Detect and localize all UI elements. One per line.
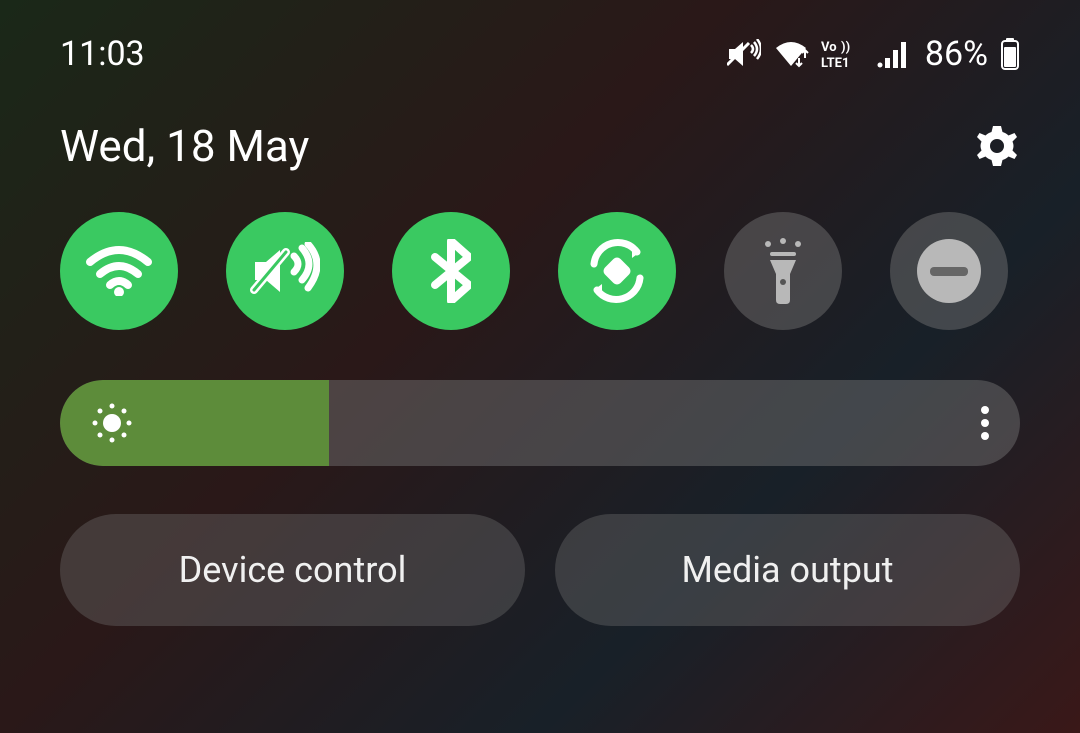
brightness-slider[interactable] (60, 380, 1020, 466)
action-buttons: Device control Media output (60, 514, 1020, 626)
rotate-toggle[interactable] (558, 212, 676, 330)
settings-button[interactable] (974, 123, 1020, 169)
brightness-icon (90, 401, 134, 445)
dnd-icon (914, 236, 984, 306)
flashlight-toggle[interactable] (724, 212, 842, 330)
device-control-label: Device control (179, 549, 407, 591)
vibrate-mute-icon (727, 39, 761, 69)
media-output-button[interactable]: Media output (555, 514, 1020, 626)
bluetooth-toggle[interactable] (392, 212, 510, 330)
mute-vibrate-icon (250, 242, 320, 300)
wifi-icon (86, 246, 152, 296)
svg-text:)): )) (841, 40, 850, 55)
brightness-track (60, 380, 1020, 466)
status-time: 11:03 (60, 34, 145, 74)
brightness-more-button[interactable] (980, 405, 990, 441)
date-row: Wed, 18 May (0, 80, 1080, 172)
flashlight-icon (758, 238, 808, 304)
more-vertical-icon (980, 405, 990, 441)
date-text: Wed, 18 May (60, 120, 309, 172)
sound-toggle[interactable] (226, 212, 344, 330)
auto-rotate-icon (582, 236, 652, 306)
status-bar: 11:03 Vo )) LTE1 (0, 0, 1080, 80)
quick-toggles (0, 172, 1080, 330)
bluetooth-icon (431, 239, 471, 303)
device-control-button[interactable]: Device control (60, 514, 525, 626)
svg-text:LTE1: LTE1 (821, 56, 849, 69)
battery-icon (1000, 38, 1020, 70)
volte-icon: Vo )) LTE1 (821, 39, 865, 69)
dnd-toggle[interactable] (890, 212, 1008, 330)
svg-text:Vo: Vo (821, 40, 837, 55)
wifi-toggle[interactable] (60, 212, 178, 330)
status-icons: Vo )) LTE1 86% (727, 34, 1020, 74)
gear-icon (974, 123, 1020, 169)
signal-icon (877, 40, 909, 68)
wifi-status-icon (773, 40, 809, 68)
battery-text: 86% (925, 34, 988, 74)
media-output-label: Media output (681, 549, 893, 591)
